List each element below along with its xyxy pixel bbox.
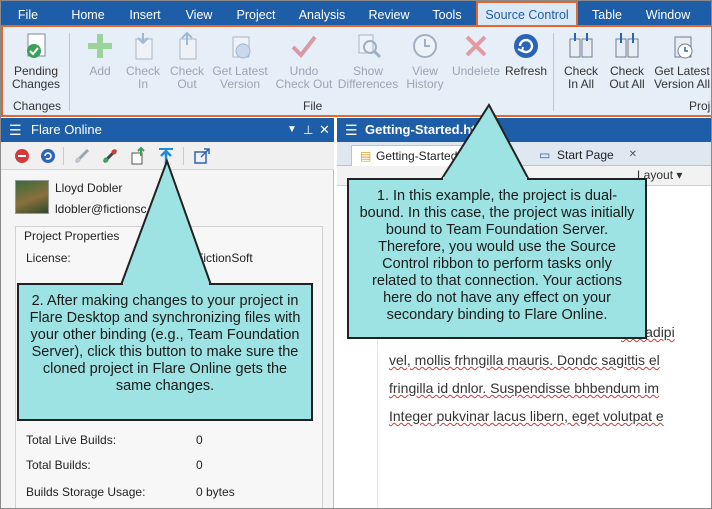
callout-one-pointer <box>439 103 531 181</box>
callout-seam <box>123 282 209 286</box>
app-window: File Home Insert View Project Analysis R… <box>0 0 712 509</box>
callout-two: 2. After making changes to your project … <box>17 283 313 421</box>
callout-two-pointer <box>119 158 213 286</box>
callout-one: 1. In this example, the project is dual-… <box>347 178 647 339</box>
callout-seam <box>443 177 527 181</box>
